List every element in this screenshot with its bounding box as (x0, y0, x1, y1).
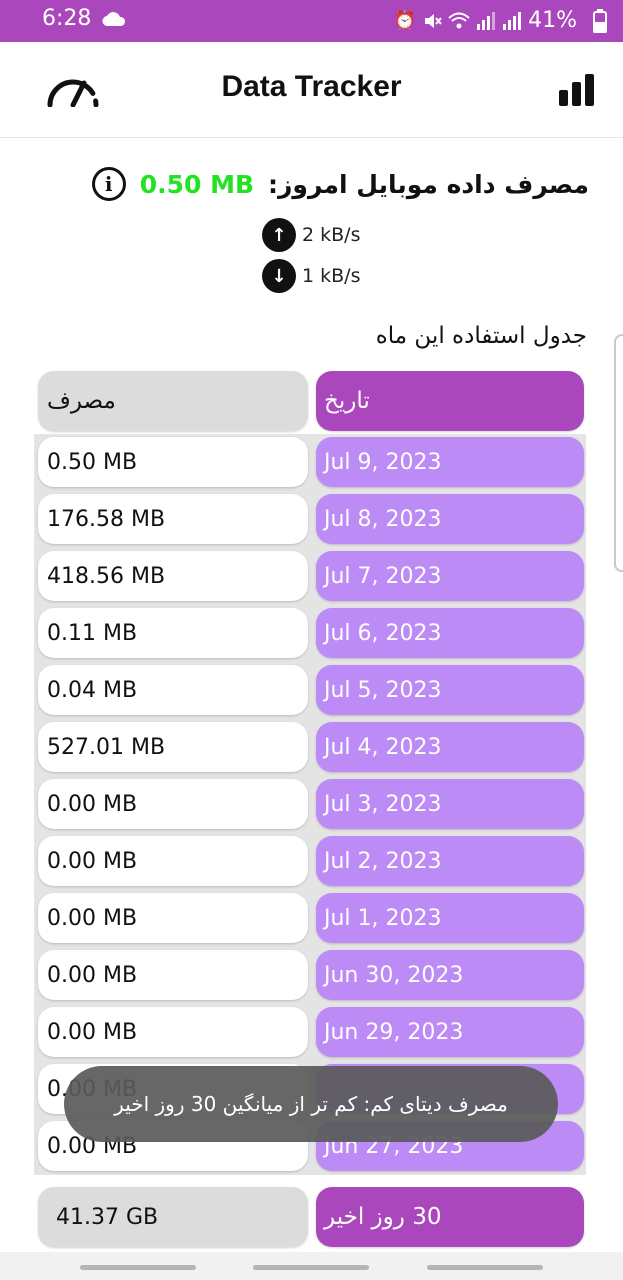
info-icon[interactable]: i (91, 167, 126, 201)
status-icons: ⏰ 41% (394, 8, 577, 33)
header-usage[interactable]: مصرف (38, 371, 308, 431)
date-cell: Jul 2, 2023 (316, 836, 584, 886)
nav-back[interactable] (427, 1265, 543, 1270)
download-speed: ↓ 1 kB/s (262, 259, 360, 293)
usage-cell: 527.01 MB (38, 722, 308, 772)
upload-speed-value: 2 kB/s (302, 224, 361, 246)
header-date[interactable]: تاریخ (316, 371, 584, 431)
date-cell: Jun 30, 2023 (316, 950, 584, 1000)
usage-cell: 0.00 MB (38, 779, 308, 829)
usage-cell: 176.58 MB (38, 494, 308, 544)
table-row: 0.00 MB Jul 2, 2023 (34, 833, 586, 890)
table-body: 0.50 MB Jul 9, 2023 176.58 MB Jul 8, 2023 41… (34, 434, 586, 1175)
date-cell: Jul 8, 2023 (316, 494, 584, 544)
nav-recents[interactable] (80, 1265, 196, 1270)
today-usage-value: 0.50 MB (139, 169, 255, 199)
date-cell: Jul 4, 2023 (316, 722, 584, 772)
table-row: 527.01 MB Jul 4, 2023 (34, 719, 586, 776)
date-cell: Jul 7, 2023 (316, 551, 584, 601)
signal-icon (477, 11, 496, 30)
arrow-up-icon: ↑ (262, 218, 296, 252)
bar-chart-icon[interactable] (559, 74, 595, 106)
status-time: 6:28 (42, 6, 92, 31)
date-cell: Jun 29, 2023 (316, 1007, 584, 1057)
usage-cell: 0.00 MB (38, 950, 308, 1000)
usage-cell: 0.50 MB (38, 437, 308, 487)
date-cell: Jul 9, 2023 (316, 437, 584, 487)
date-cell: Jul 3, 2023 (316, 779, 584, 829)
usage-cell: 0.11 MB (38, 608, 308, 658)
today-usage-row: مصرف داده موبایل امروز: 0.50 MB i (0, 164, 589, 204)
navigation-bar (0, 1252, 623, 1280)
table-row: 0.04 MB Jul 5, 2023 (34, 662, 586, 719)
nav-home[interactable] (253, 1265, 369, 1270)
signal-icon-2 (503, 11, 522, 30)
date-cell: Jul 5, 2023 (316, 665, 584, 715)
table-row: 0.00 MB Jun 30, 2023 (34, 947, 586, 1004)
usage-cell: 0.00 MB (38, 893, 308, 943)
monthly-table-title: جدول استفاده این ماه (375, 323, 587, 349)
status-bar: 6:28 ⏰ 41% (0, 0, 623, 42)
usage-cell: 0.00 MB (38, 1007, 308, 1057)
toast-message: مصرف دیتای کم: کم تر از میانگین 30 روز ا… (64, 1066, 558, 1142)
table-row: 0.00 MB Jul 3, 2023 (34, 776, 586, 833)
download-speed-value: 1 kB/s (302, 265, 361, 287)
battery-percent: 41% (528, 8, 577, 33)
usage-table: مصرف تاریخ 0.50 MB Jul 9, 2023 176.58 MB Ju… (34, 368, 586, 1175)
table-row: 176.58 MB Jul 8, 2023 (34, 491, 586, 548)
arrow-down-icon: ↓ (262, 259, 296, 293)
table-row: 0.50 MB Jul 9, 2023 (34, 434, 586, 491)
total-row: 41.37 GB 30 روز اخیر (34, 1184, 586, 1250)
usage-cell: 418.56 MB (38, 551, 308, 601)
usage-cell: 0.00 MB (38, 836, 308, 886)
table-row: 418.56 MB Jul 7, 2023 (34, 548, 586, 605)
total-label: 30 روز اخیر (316, 1187, 584, 1247)
date-cell: Jul 6, 2023 (316, 608, 584, 658)
table-header: مصرف تاریخ (34, 368, 586, 434)
mute-icon (425, 13, 442, 28)
scrollbar[interactable] (614, 334, 623, 572)
date-cell: Jul 1, 2023 (316, 893, 584, 943)
table-row: 0.00 MB Jun 29, 2023 (34, 1004, 586, 1061)
table-row: 0.00 MB Jul 1, 2023 (34, 890, 586, 947)
wifi-icon (448, 12, 470, 28)
total-usage: 41.37 GB (38, 1187, 308, 1247)
today-usage-label: مصرف داده موبایل امروز: (268, 169, 589, 199)
page-title: Data Tracker (221, 70, 402, 103)
table-row: 0.11 MB Jul 6, 2023 (34, 605, 586, 662)
alarm-icon: ⏰ (393, 10, 417, 31)
battery-icon (593, 9, 607, 33)
upload-speed: ↑ 2 kB/s (262, 218, 360, 252)
app-bar: Data Tracker (0, 42, 623, 138)
usage-cell: 0.04 MB (38, 665, 308, 715)
cloud-icon (102, 12, 126, 26)
